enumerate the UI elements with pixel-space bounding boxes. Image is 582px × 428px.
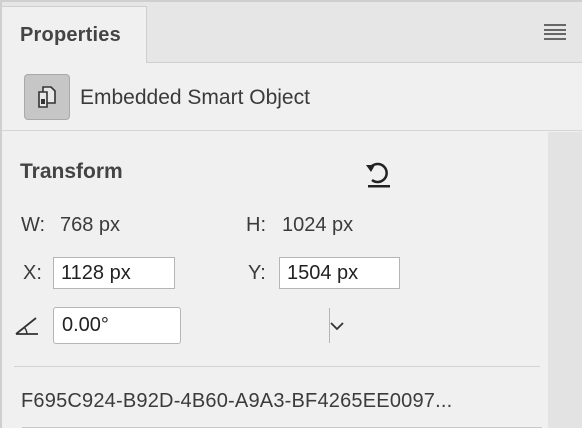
reset-transform-icon[interactable] bbox=[362, 156, 396, 190]
width-value: 768 px bbox=[60, 214, 121, 236]
section-divider bbox=[14, 366, 540, 367]
angle-combobox bbox=[53, 307, 344, 344]
layer-kind-row: Embedded Smart Object bbox=[2, 63, 582, 131]
x-position-field[interactable] bbox=[53, 257, 175, 289]
y-label: Y: bbox=[248, 262, 266, 284]
chevron-down-icon[interactable] bbox=[330, 308, 344, 343]
tab-properties[interactable]: Properties bbox=[2, 6, 147, 63]
angle-field[interactable] bbox=[54, 308, 330, 343]
hamburger-menu-icon[interactable] bbox=[544, 24, 566, 40]
tab-properties-label: Properties bbox=[20, 23, 121, 46]
transform-section-title: Transform bbox=[20, 160, 123, 183]
properties-content: Transform W: 768 px H: 1024 px X: Y: bbox=[2, 132, 546, 428]
panel-tab-bar: Properties bbox=[2, 2, 582, 63]
layer-kind-label: Embedded Smart Object bbox=[80, 86, 310, 109]
angle-icon bbox=[14, 316, 42, 336]
y-position-field[interactable] bbox=[279, 257, 400, 289]
width-label: W: bbox=[21, 214, 46, 236]
x-label: X: bbox=[23, 262, 42, 284]
smart-object-icon[interactable] bbox=[24, 74, 70, 120]
scrollbar[interactable] bbox=[548, 132, 582, 428]
height-value: 1024 px bbox=[282, 214, 354, 236]
height-label: H: bbox=[246, 214, 266, 236]
smart-object-id: F695C924-B92D-4B60-A9A3-BF4265EE0097... bbox=[21, 390, 453, 412]
properties-panel: Properties Embedded Smart Object Transfo… bbox=[0, 0, 582, 428]
